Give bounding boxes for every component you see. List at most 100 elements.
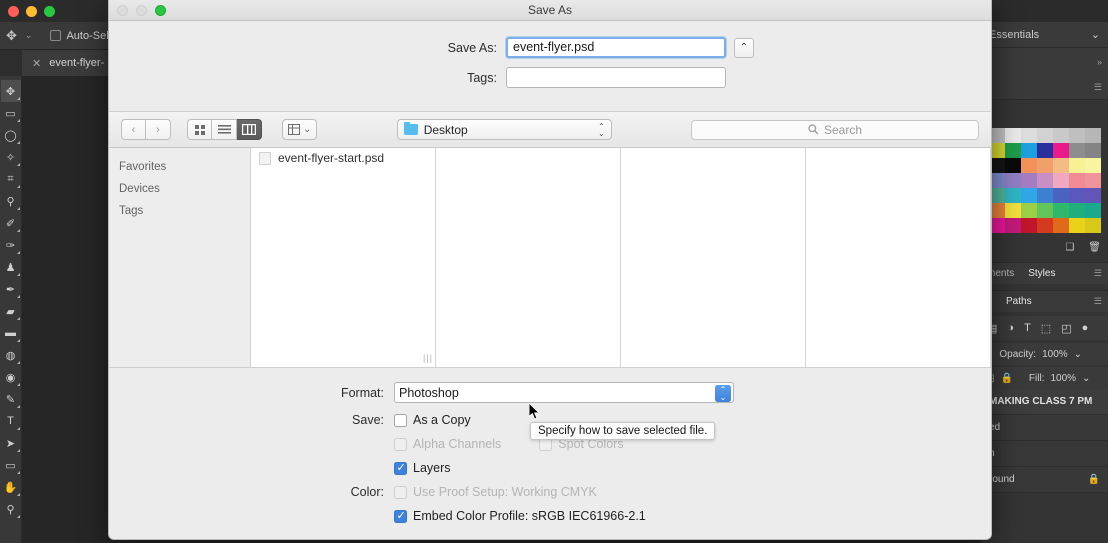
color-swatch[interactable] xyxy=(1069,158,1085,173)
panel-menu-icon[interactable]: ☰ xyxy=(1094,268,1102,279)
icon-view-button[interactable] xyxy=(187,119,212,140)
chevron-down-icon[interactable]: ⌄ xyxy=(25,30,33,41)
location-popup-button[interactable]: Desktop ⌃ ⌄ xyxy=(396,119,612,140)
chevron-down-icon[interactable]: ⌄ xyxy=(1091,28,1100,41)
chevron-down-icon[interactable]: ⌄ xyxy=(1074,349,1082,360)
view-mode-buttons[interactable] xyxy=(187,119,262,140)
healing-brush-tool[interactable]: ✐ xyxy=(1,212,21,234)
color-swatch[interactable] xyxy=(1053,128,1069,143)
dock-collapse-strip[interactable]: » xyxy=(981,48,1108,76)
color-swatch[interactable] xyxy=(1037,128,1053,143)
save-as-input[interactable]: event-flyer.psd xyxy=(506,37,726,58)
marquee-tool[interactable]: ▭ xyxy=(1,102,21,124)
file-column-3[interactable] xyxy=(621,148,806,367)
opacity-value[interactable]: 100% xyxy=(1042,349,1068,360)
shape-filter-icon[interactable]: ⬚ xyxy=(1041,322,1051,335)
color-swatch[interactable] xyxy=(1021,188,1037,203)
as-a-copy-checkbox[interactable]: As a Copy xyxy=(394,413,471,427)
color-swatch[interactable] xyxy=(1005,128,1021,143)
document-tab-event-flyer[interactable]: ✕ event-flyer- xyxy=(22,50,120,76)
layer-row[interactable]: ed xyxy=(981,415,1108,441)
forward-button[interactable]: › xyxy=(146,119,171,140)
color-swatch[interactable] xyxy=(1037,218,1053,233)
sidebar[interactable]: Favorites Devices Tags xyxy=(109,148,251,367)
tab-styles[interactable]: Styles xyxy=(1028,268,1055,279)
color-swatch[interactable] xyxy=(1053,158,1069,173)
color-swatch[interactable] xyxy=(1021,173,1037,188)
color-swatch[interactable] xyxy=(1005,203,1021,218)
back-button[interactable]: ‹ xyxy=(121,119,146,140)
format-select[interactable]: Photoshop ⌃ ⌄ xyxy=(394,382,734,403)
chevron-down-icon[interactable]: ⌄ xyxy=(1082,373,1090,384)
color-swatch[interactable] xyxy=(1037,203,1053,218)
color-swatch[interactable] xyxy=(1005,188,1021,203)
gradient-tool[interactable]: ▬ xyxy=(1,322,21,344)
color-swatch[interactable] xyxy=(1085,128,1101,143)
file-column-4[interactable] xyxy=(806,148,991,367)
file-column-1[interactable]: event-flyer-start.psd ||| xyxy=(251,148,436,367)
color-swatch[interactable] xyxy=(1005,158,1021,173)
lock-all-icon[interactable]: 🔒 xyxy=(1000,373,1012,384)
color-swatch[interactable] xyxy=(1085,143,1101,158)
column-resize-handle[interactable]: ||| xyxy=(423,354,433,363)
tab-paths[interactable]: Paths xyxy=(1006,296,1032,307)
toggle-filter-icon[interactable]: ● xyxy=(1082,322,1089,334)
expand-dialog-button[interactable]: ⌃ xyxy=(734,37,754,58)
magic-wand-tool[interactable]: ✧ xyxy=(1,146,21,168)
type-filter-icon[interactable]: T xyxy=(1024,322,1031,334)
dodge-tool[interactable]: ◉ xyxy=(1,366,21,388)
list-item[interactable]: event-flyer-start.psd xyxy=(251,148,435,168)
panel-menu-icon[interactable]: ☰ xyxy=(1094,296,1102,307)
history-brush-tool[interactable]: ✒ xyxy=(1,278,21,300)
layers-checkbox[interactable]: Layers xyxy=(394,461,451,475)
minimize-window-button[interactable] xyxy=(26,6,37,17)
layer-fill-row[interactable]: ◳ 🔒 Fill: 100% ⌄ xyxy=(981,367,1108,389)
color-swatch[interactable] xyxy=(1053,173,1069,188)
color-swatch[interactable] xyxy=(1005,173,1021,188)
eyedropper-tool[interactable]: ⚲ xyxy=(1,190,21,212)
color-swatch[interactable] xyxy=(1069,173,1085,188)
color-swatch[interactable] xyxy=(1037,173,1053,188)
move-tool[interactable]: ✥ xyxy=(0,80,21,102)
color-swatch[interactable] xyxy=(1053,188,1069,203)
color-swatch[interactable] xyxy=(1069,203,1085,218)
sidebar-item-tags[interactable]: Tags xyxy=(109,200,250,222)
color-swatch[interactable] xyxy=(1053,218,1069,233)
layer-row[interactable]: n xyxy=(981,441,1108,467)
layer-filter-row[interactable]: ▤ ◑ T ⬚ ◰ ● xyxy=(981,316,1108,340)
sidebar-item-favorites[interactable]: Favorites xyxy=(109,156,250,178)
color-swatch[interactable] xyxy=(1085,188,1101,203)
color-swatch[interactable] xyxy=(1021,158,1037,173)
path-selection-tool[interactable]: ➤ xyxy=(1,432,21,454)
color-swatch[interactable] xyxy=(1005,143,1021,158)
blur-tool[interactable]: ◍ xyxy=(1,344,21,366)
workspace-switcher[interactable]: Essentials ⌄ xyxy=(981,22,1108,48)
layer-row[interactable]: MAKING CLASS 7 PM xyxy=(981,389,1108,415)
embed-color-profile-checkbox[interactable]: Embed Color Profile: sRGB IEC61966-2.1 xyxy=(394,509,646,523)
smart-object-filter-icon[interactable]: ◰ xyxy=(1061,322,1071,335)
rectangle-tool[interactable]: ▭ xyxy=(1,454,21,476)
channels-paths-tabs[interactable]: s Paths ☰ xyxy=(981,290,1108,312)
color-swatch[interactable] xyxy=(1021,203,1037,218)
pen-tool[interactable]: ✎ xyxy=(1,388,21,410)
navigation-buttons[interactable]: ‹ › xyxy=(121,119,171,140)
color-swatch[interactable] xyxy=(1069,143,1085,158)
color-swatch[interactable] xyxy=(1069,128,1085,143)
color-swatch[interactable] xyxy=(1021,143,1037,158)
arrange-by-button[interactable]: ⌄ xyxy=(282,119,318,140)
file-column-2[interactable] xyxy=(436,148,621,367)
column-view-button[interactable] xyxy=(237,119,262,140)
brush-tool[interactable]: ✑ xyxy=(1,234,21,256)
color-swatch[interactable] xyxy=(1085,173,1101,188)
color-swatch[interactable] xyxy=(1037,158,1053,173)
crop-tool[interactable]: ⌗ xyxy=(1,168,21,190)
photoshop-toolbar[interactable]: ✥ ▭ ◯ ✧ ⌗ ⚲ ✐ ✑ ♟ ✒ ▰ ▬ ◍ ◉ ✎ T ➤ ▭ ✋ ⚲ xyxy=(0,76,22,543)
color-swatch[interactable] xyxy=(1053,203,1069,218)
color-swatch[interactable] xyxy=(1021,128,1037,143)
color-swatch[interactable] xyxy=(1069,188,1085,203)
color-swatch[interactable] xyxy=(1005,218,1021,233)
sidebar-item-devices[interactable]: Devices xyxy=(109,178,250,200)
color-swatch[interactable] xyxy=(1085,158,1101,173)
color-swatch[interactable] xyxy=(1037,188,1053,203)
tags-input[interactable] xyxy=(506,67,726,88)
